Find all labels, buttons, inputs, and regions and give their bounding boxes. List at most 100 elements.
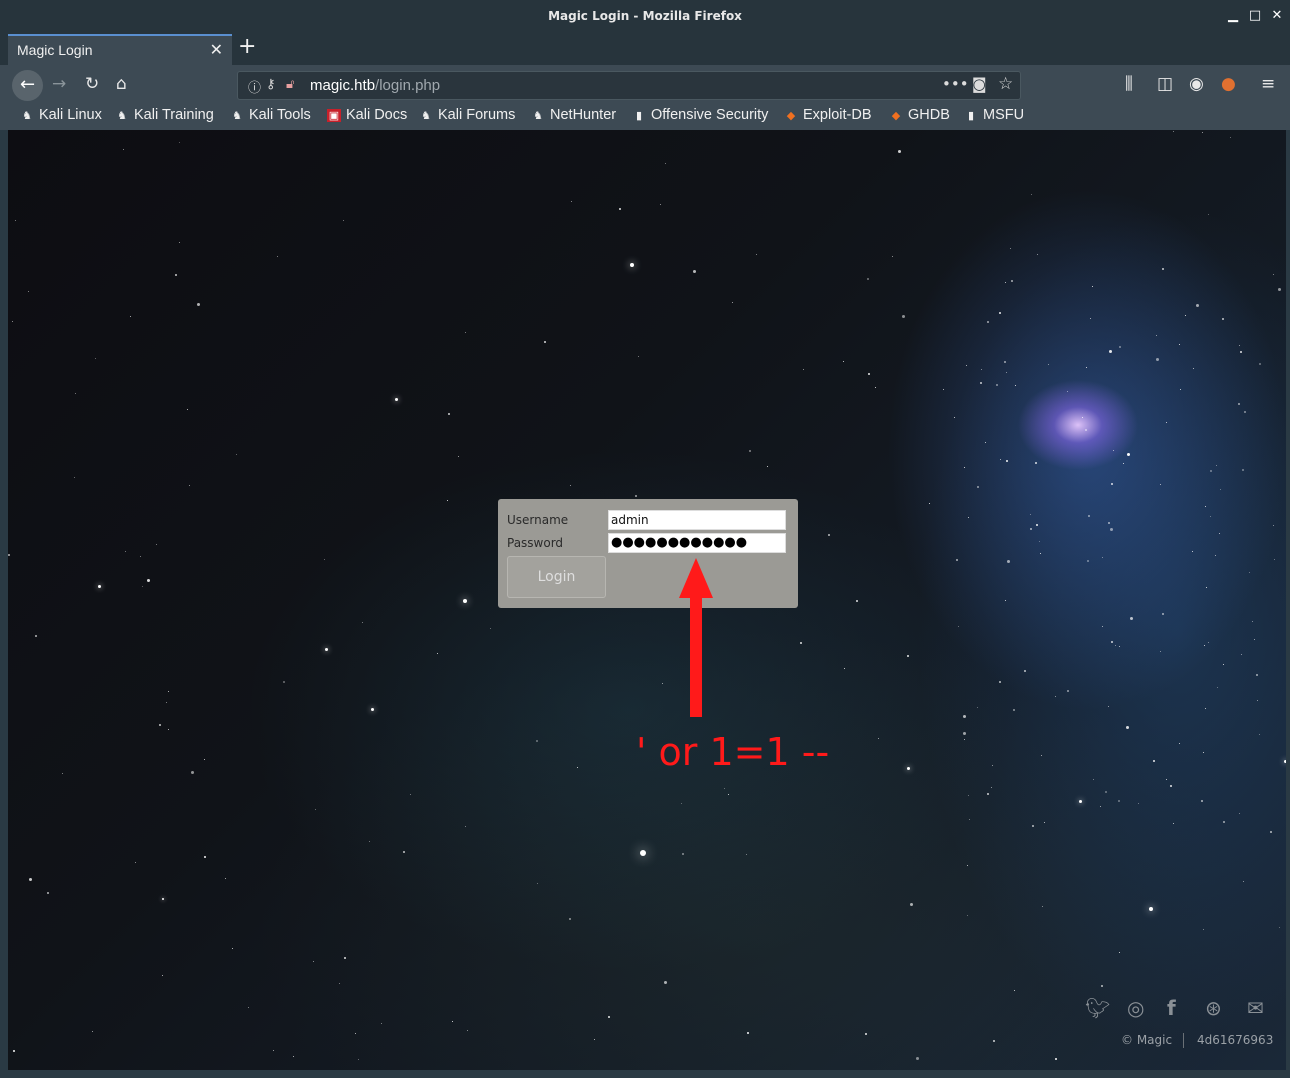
key-icon[interactable]: ⚷ xyxy=(266,77,276,92)
star xyxy=(225,878,227,880)
back-button[interactable]: ← xyxy=(12,70,43,101)
star xyxy=(1159,483,1161,485)
minimize-button[interactable]: ▁ xyxy=(1225,8,1241,24)
extension-icon[interactable]: ● xyxy=(1221,74,1236,94)
home-icon: ⌂ xyxy=(116,74,127,94)
url-bar[interactable]: ⓘ ⚷ 🔓︎ magic.htb/login.php ••• ◙ ☆ xyxy=(237,71,1021,100)
menu-icon[interactable]: ≡ xyxy=(1261,74,1275,94)
page-actions-icon[interactable]: ••• xyxy=(942,75,969,93)
star xyxy=(1240,653,1242,655)
star xyxy=(312,961,314,963)
star xyxy=(457,456,459,457)
password-input[interactable]: ●●●●●●●●●●●● xyxy=(608,533,786,553)
star xyxy=(953,417,955,419)
star xyxy=(324,558,326,560)
bookmarks-toolbar: ♞ Kali Linux ♞ Kali Training ♞ Kali Tools ▣… xyxy=(0,105,1290,130)
bookmark-nethunter[interactable]: ♞ NetHunter xyxy=(531,107,616,123)
envelope-icon[interactable]: ✉ xyxy=(1247,996,1264,1020)
star xyxy=(1173,130,1175,132)
star xyxy=(74,392,76,394)
bright-star xyxy=(325,648,328,651)
bookmark-ghdb[interactable]: ◆ GHDB xyxy=(889,107,950,123)
library-icon[interactable]: ⫼ xyxy=(1125,74,1133,94)
star xyxy=(569,484,571,486)
kali-dragon-icon: ♞ xyxy=(117,110,127,122)
star xyxy=(1195,303,1199,307)
star xyxy=(293,1055,295,1057)
star xyxy=(577,766,579,768)
forward-button[interactable]: → xyxy=(52,74,66,94)
offsec-icon: ▮ xyxy=(635,110,643,122)
login-button[interactable]: Login xyxy=(507,556,606,598)
star xyxy=(1015,385,1016,387)
star xyxy=(28,290,30,292)
star xyxy=(1031,825,1034,828)
bookmark-label: Kali Docs xyxy=(346,107,408,123)
star xyxy=(1004,599,1006,601)
star xyxy=(1039,540,1041,542)
url-path: /login.php xyxy=(375,77,441,94)
star xyxy=(1156,358,1160,362)
star xyxy=(1162,613,1165,616)
bookmark-kali-linux[interactable]: ♞ Kali Linux xyxy=(20,107,102,123)
star xyxy=(490,628,492,630)
home-button[interactable]: ⌂ xyxy=(116,74,127,94)
bookmark-kali-tools[interactable]: ♞ Kali Tools xyxy=(230,107,311,123)
star xyxy=(1215,465,1217,467)
pocket-icon[interactable]: ◙ xyxy=(972,75,987,93)
star xyxy=(638,356,640,358)
bookmark-label: GHDB xyxy=(908,107,950,123)
bookmark-kali-training[interactable]: ♞ Kali Training xyxy=(115,107,214,123)
dribbble-icon[interactable]: ⊛ xyxy=(1205,996,1222,1020)
star xyxy=(1036,523,1039,526)
star xyxy=(967,795,969,797)
tab-magic-login[interactable]: Magic Login ✕ xyxy=(8,34,232,65)
star xyxy=(1014,989,1016,991)
star xyxy=(8,553,11,556)
star xyxy=(1222,663,1224,665)
bookmark-star-icon[interactable]: ☆ xyxy=(998,74,1013,94)
star xyxy=(1200,799,1203,802)
close-window-button[interactable]: ✕ xyxy=(1269,8,1285,24)
url-text[interactable]: magic.htb/login.php xyxy=(310,77,440,94)
star xyxy=(1005,372,1007,374)
new-tab-button[interactable]: + xyxy=(238,36,256,58)
bookmark-msfu[interactable]: ▮ MSFU xyxy=(964,107,1024,123)
star xyxy=(993,1040,996,1043)
star xyxy=(992,765,994,767)
star xyxy=(1034,461,1037,464)
star xyxy=(1273,274,1275,276)
instagram-icon[interactable]: ◎ xyxy=(1127,996,1144,1020)
star xyxy=(1031,194,1033,196)
star xyxy=(1237,402,1240,405)
star xyxy=(1178,344,1180,345)
star xyxy=(1055,1057,1058,1060)
tab-close-icon[interactable]: ✕ xyxy=(210,40,223,59)
star xyxy=(1209,470,1212,473)
username-label: Username xyxy=(507,513,569,527)
star xyxy=(1066,689,1069,692)
star xyxy=(756,253,758,255)
bookmark-offensive-security[interactable]: ▮ Offensive Security xyxy=(632,107,768,123)
info-icon[interactable]: ⓘ xyxy=(248,77,261,96)
star xyxy=(1082,417,1084,419)
account-icon[interactable]: ◉ xyxy=(1189,74,1204,94)
bookmark-exploit-db[interactable]: ◆ Exploit-DB xyxy=(784,107,872,123)
star xyxy=(203,759,205,761)
maximize-button[interactable]: □ xyxy=(1247,8,1263,24)
bright-star xyxy=(640,850,646,856)
star xyxy=(1259,362,1262,365)
bookmark-kali-forums[interactable]: ♞ Kali Forums xyxy=(419,107,515,123)
insecure-lock-icon[interactable]: 🔓︎ xyxy=(286,77,294,92)
star xyxy=(864,1033,867,1036)
star xyxy=(1101,626,1103,628)
star xyxy=(1205,707,1207,709)
star xyxy=(1255,674,1258,677)
star xyxy=(1101,557,1103,559)
username-input[interactable] xyxy=(608,510,786,530)
bookmark-kali-docs[interactable]: ▣ Kali Docs xyxy=(327,107,407,123)
sidebar-icon[interactable]: ◫ xyxy=(1157,74,1173,94)
reload-button[interactable]: ↻ xyxy=(85,74,99,94)
twitter-icon[interactable]: 🐦︎ xyxy=(1085,996,1110,1020)
facebook-icon[interactable]: f xyxy=(1167,996,1176,1020)
